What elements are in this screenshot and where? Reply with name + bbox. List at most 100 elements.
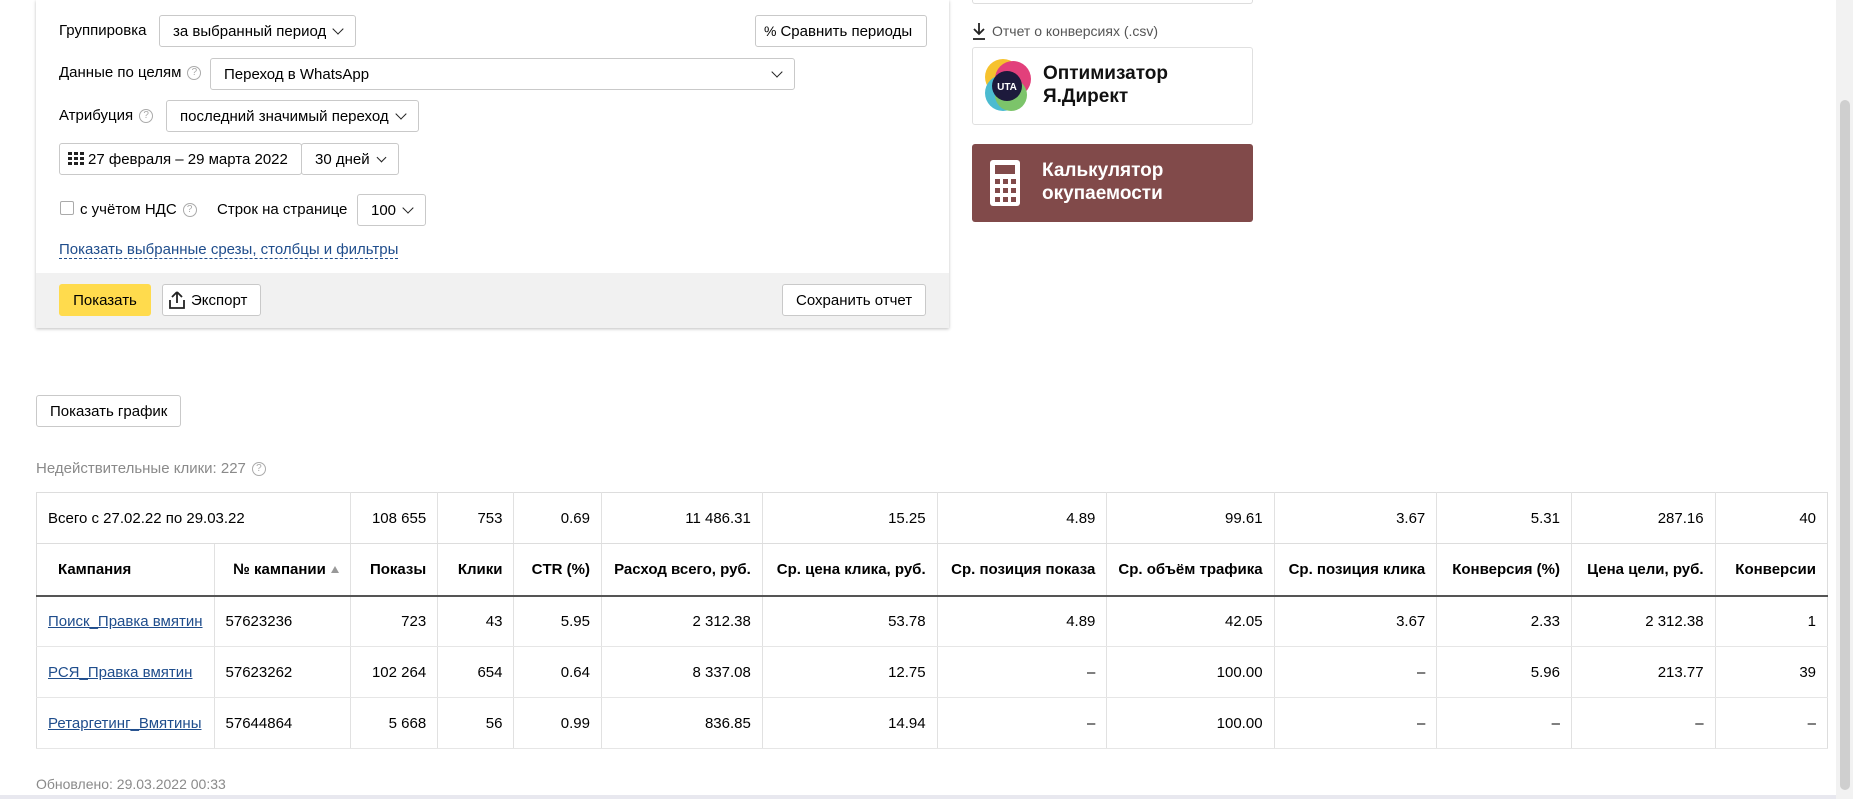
total-cell: 11 486.31 bbox=[601, 492, 763, 544]
goals-value: Переход в WhatsApp bbox=[224, 65, 370, 83]
table-cell: 5 668 bbox=[350, 697, 439, 749]
goals-label: Данные по целям? bbox=[59, 64, 202, 81]
optimizer-logo-text: UTA bbox=[997, 82, 1017, 93]
total-label: Всего с 27.02.22 по 29.03.22 bbox=[36, 492, 351, 544]
upload-icon bbox=[169, 291, 185, 309]
save-report-label: Сохранить отчет bbox=[796, 291, 913, 309]
side-card-top-edge bbox=[972, 0, 1253, 4]
scrollbar-thumb[interactable] bbox=[1840, 100, 1850, 790]
table-cell: 39 bbox=[1715, 646, 1829, 698]
show-chart-label: Показать график bbox=[50, 402, 168, 420]
rows-per-page-select[interactable]: 100 bbox=[357, 194, 427, 226]
sort-ascending-icon bbox=[330, 565, 339, 573]
table-cell: – bbox=[937, 697, 1108, 749]
column-header-avg-impression-position[interactable]: Ср. позиция показа bbox=[937, 543, 1108, 597]
help-icon[interactable]: ? bbox=[182, 203, 197, 217]
table-cell: 57623236 bbox=[214, 595, 351, 647]
percent-icon: % bbox=[764, 23, 777, 39]
chevron-down-icon bbox=[771, 66, 783, 78]
table-cell: – bbox=[1715, 697, 1829, 749]
goals-select[interactable]: Переход в WhatsApp bbox=[210, 58, 795, 90]
column-header-spend[interactable]: Расход всего, руб. bbox=[601, 543, 763, 597]
table-cell: 5.96 bbox=[1436, 646, 1572, 698]
column-header-clicks[interactable]: Клики bbox=[437, 543, 515, 597]
show-slices-link[interactable]: Показать выбранные срезы, столбцы и филь… bbox=[59, 241, 399, 259]
table-cell: 723 bbox=[350, 595, 439, 647]
table-cell: 213.77 bbox=[1571, 646, 1716, 698]
total-cell: 99.61 bbox=[1106, 492, 1275, 544]
invalid-clicks-text: Недействительные клики: 227? bbox=[36, 460, 266, 477]
column-header-campaign-id[interactable]: № кампании bbox=[214, 543, 351, 597]
table-cell: 100.00 bbox=[1106, 646, 1275, 698]
total-cell: 0.69 bbox=[513, 492, 602, 544]
column-header-avg-traffic-volume[interactable]: Ср. объём трафика bbox=[1106, 543, 1275, 597]
vat-checkbox[interactable] bbox=[60, 201, 74, 215]
export-label: Экспорт bbox=[191, 291, 248, 309]
show-chart-button[interactable]: Показать график bbox=[36, 395, 182, 427]
table-row: Поиск_Правка вмятин 57623236 723 43 5.95… bbox=[36, 595, 1829, 647]
total-cell: 108 655 bbox=[350, 492, 439, 544]
vat-label: с учётом НДС? bbox=[80, 201, 197, 218]
attribution-select[interactable]: последний значимый переход bbox=[166, 100, 419, 132]
column-header-ctr[interactable]: CTR (%) bbox=[513, 543, 602, 597]
csv-report-label: Отчет о конверсиях (.csv) bbox=[992, 23, 1159, 39]
table-cell: 14.94 bbox=[762, 697, 938, 749]
table-cell: 2.33 bbox=[1436, 595, 1572, 647]
bottom-edge bbox=[0, 795, 1836, 799]
roi-calculator-title-line2: окупаемости bbox=[1042, 183, 1163, 204]
download-icon bbox=[973, 23, 985, 40]
table-cell: 836.85 bbox=[601, 697, 763, 749]
column-header-campaign[interactable]: Кампания bbox=[36, 543, 215, 597]
campaign-link[interactable]: Ретаргетинг_Вмятины bbox=[36, 697, 215, 749]
table-cell: 4.89 bbox=[937, 595, 1108, 647]
csv-report-link[interactable]: Отчет о конверсиях (.csv) bbox=[972, 22, 1158, 40]
show-report-label: Показать bbox=[73, 291, 137, 309]
table-cell: 57644864 bbox=[214, 697, 351, 749]
optimizer-card[interactable]: UTA Оптимизатор Я.Директ bbox=[972, 47, 1253, 125]
vat-label-text: с учётом НДС bbox=[80, 201, 177, 218]
column-header-conversions[interactable]: Конверсии bbox=[1715, 543, 1829, 597]
compare-periods-button[interactable]: % Сравнить периоды bbox=[755, 15, 928, 47]
help-icon[interactable]: ? bbox=[139, 109, 154, 123]
attribution-value: последний значимый переход bbox=[180, 107, 389, 125]
column-header-impressions[interactable]: Показы bbox=[350, 543, 439, 597]
column-header-avg-click-position[interactable]: Ср. позиция клика bbox=[1274, 543, 1438, 597]
roi-calculator-title-line1: Калькулятор bbox=[1042, 160, 1164, 181]
table-header-row: Кампания № кампании Показы Клики CTR (%)… bbox=[36, 543, 1829, 597]
date-range-picker[interactable]: 27 февраля – 29 марта 2022 bbox=[59, 143, 302, 175]
export-button[interactable]: Экспорт bbox=[162, 284, 262, 316]
help-icon[interactable]: ? bbox=[187, 66, 202, 80]
campaign-link[interactable]: РСЯ_Правка вмятин bbox=[36, 646, 215, 698]
table-cell: 5.95 bbox=[513, 595, 602, 647]
show-report-button[interactable]: Показать bbox=[59, 284, 151, 316]
table-cell: 2 312.38 bbox=[601, 595, 763, 647]
attribution-label: Атрибуция? bbox=[59, 107, 154, 124]
grouping-select[interactable]: за выбранный период bbox=[159, 15, 357, 47]
campaign-link-text: Поиск_Правка вмятин bbox=[48, 612, 203, 630]
table-cell: – bbox=[937, 646, 1108, 698]
column-header-conversion-rate[interactable]: Конверсия (%) bbox=[1436, 543, 1572, 597]
table-cell: 1 bbox=[1715, 595, 1829, 647]
column-header-goal-cost[interactable]: Цена цели, руб. bbox=[1571, 543, 1716, 597]
chevron-down-icon bbox=[394, 108, 407, 120]
roi-calculator-card[interactable]: Калькулятор окупаемости bbox=[972, 144, 1253, 222]
rows-per-page-value: 100 bbox=[371, 201, 397, 219]
chevron-down-icon bbox=[402, 202, 414, 214]
period-value: 30 дней bbox=[315, 150, 370, 168]
optimizer-logo-icon: UTA bbox=[985, 59, 1031, 111]
column-header-campaign-id-label: № кампании bbox=[233, 560, 326, 578]
table-cell: 3.67 bbox=[1274, 595, 1438, 647]
table-cell: 102 264 bbox=[350, 646, 439, 698]
save-report-button[interactable]: Сохранить отчет bbox=[782, 284, 927, 316]
column-header-avg-cpc[interactable]: Ср. цена клика, руб. bbox=[762, 543, 938, 597]
period-select[interactable]: 30 дней bbox=[301, 143, 399, 175]
date-range-value: 27 февраля – 29 марта 2022 bbox=[88, 150, 288, 168]
help-icon[interactable]: ? bbox=[251, 462, 266, 476]
compare-periods-label: Сравнить периоды bbox=[780, 22, 913, 40]
calendar-icon bbox=[68, 152, 84, 165]
total-cell: 40 bbox=[1715, 492, 1829, 544]
page-scrollbar[interactable] bbox=[1836, 0, 1853, 799]
campaign-link[interactable]: Поиск_Правка вмятин bbox=[36, 595, 215, 647]
table-cell: 57623262 bbox=[214, 646, 351, 698]
table-cell: 12.75 bbox=[762, 646, 938, 698]
